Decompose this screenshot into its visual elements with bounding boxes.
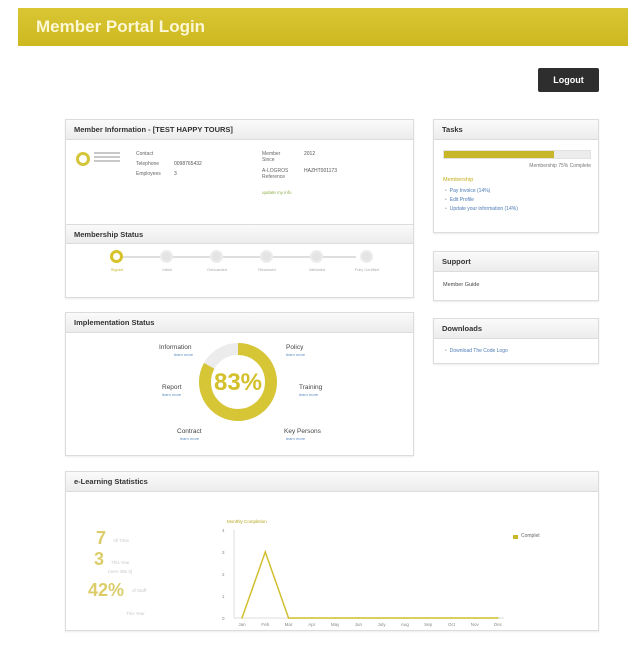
- task-pay-invoice-link[interactable]: Pay Invoice (14%): [445, 188, 491, 194]
- telephone-label: Telephone: [136, 161, 160, 167]
- data-point: [427, 617, 429, 619]
- information-label: Information: [159, 344, 192, 351]
- data-point: [264, 551, 267, 553]
- monthly-completion-chart: 0 1 2 3 4 Jan Feb Mar Apr May Jun July Aug Sep Oct Nov D…: [222, 528, 504, 627]
- membership-step-5: [310, 250, 323, 263]
- y-tick-label: 1: [222, 594, 225, 599]
- membership-step-label: Fully Certified: [354, 267, 380, 272]
- data-point: [404, 617, 406, 619]
- implementation-panel: Implementation Status 83% Information le…: [65, 312, 414, 456]
- membership-step-label: Reviewed: [258, 267, 276, 272]
- implementation-donut: 83%: [197, 341, 279, 423]
- data-point: [380, 617, 383, 619]
- membership-step-label: Validated: [308, 267, 326, 272]
- member-logo-icon: [76, 152, 90, 166]
- policy-learn-more-link[interactable]: learn more: [286, 352, 305, 357]
- x-tick-label: July: [378, 622, 387, 627]
- membership-step-4: [260, 250, 273, 263]
- key-persons-learn-more-link[interactable]: learn more: [286, 436, 305, 441]
- x-tick-label: Oct: [448, 622, 456, 627]
- x-tick-label: Jan: [238, 622, 246, 627]
- membership-step-label: Initial: [162, 267, 172, 272]
- reference-value: HAZHT001173: [304, 168, 337, 174]
- member-info-panel: Member Information - [TEST HAPPY TOURS] …: [65, 119, 414, 298]
- report-label: Report: [162, 384, 182, 391]
- information-learn-more-link[interactable]: learn more: [174, 352, 193, 357]
- data-point: [287, 617, 290, 619]
- support-title: Support: [434, 252, 598, 272]
- data-point: [497, 617, 499, 619]
- training-learn-more-link[interactable]: learn more: [299, 392, 318, 397]
- data-point: [241, 617, 243, 619]
- task-update-info-link[interactable]: Update your information (14%): [445, 206, 518, 212]
- reference-label: A-LOGROS Reference: [262, 168, 289, 180]
- employees-label: Employees: [136, 171, 161, 177]
- support-panel: Support Member Guide: [433, 251, 599, 301]
- logout-button[interactable]: Logout: [538, 68, 599, 92]
- membership-step-label: Onboarded: [206, 267, 227, 272]
- elearning-panel: e-Learning Statistics 7 All Time 3 This …: [65, 471, 599, 631]
- membership-section-label: Membership: [443, 177, 474, 183]
- implementation-percent: 83%: [213, 369, 263, 396]
- update-info-link[interactable]: update my info: [262, 190, 292, 195]
- tasks-title: Tasks: [434, 120, 598, 140]
- x-tick-label: May: [331, 622, 340, 627]
- y-tick-label: 2: [222, 572, 225, 577]
- tasks-panel: Tasks Membership 75% Complete Membership…: [433, 119, 599, 233]
- member-guide-link[interactable]: Member Guide: [443, 282, 479, 288]
- x-tick-label: Mar: [285, 622, 293, 627]
- key-persons-label: Key Persons: [284, 428, 321, 435]
- membership-status-title: Membership Status: [66, 224, 413, 244]
- y-tick-label: 0: [222, 616, 225, 621]
- x-tick-label: Sep: [424, 622, 433, 627]
- download-logo-link[interactable]: Download The Code Logo: [445, 348, 508, 354]
- series-line-complet: [241, 549, 498, 619]
- membership-steps: Signed Initial Onboarded Reviewed Validated F…: [66, 245, 413, 297]
- y-tick-label: 4: [222, 528, 225, 533]
- x-tick-label: Nov: [471, 622, 480, 627]
- x-tick-label: Dec: [494, 622, 503, 627]
- task-edit-profile-link[interactable]: Edit Profile: [445, 197, 474, 203]
- progress-caption: Membership 75% Complete: [529, 163, 591, 169]
- membership-step-3: [210, 250, 223, 263]
- membership-step-1: [110, 250, 123, 263]
- contact-label: Contact: [136, 151, 154, 157]
- member-logo-text: [94, 152, 120, 166]
- member-since-value: 2012: [304, 151, 316, 157]
- page-title: Member Portal Login: [36, 17, 206, 36]
- implementation-title: Implementation Status: [66, 313, 413, 333]
- membership-step-2: [160, 250, 173, 263]
- report-learn-more-link[interactable]: learn more: [162, 392, 181, 397]
- data-point: [473, 617, 476, 619]
- member-info-title: Member Information - [TEST HAPPY TOURS]: [66, 120, 413, 140]
- page-header: Member Portal Login: [18, 8, 628, 46]
- x-tick-label: Feb: [261, 622, 269, 627]
- x-tick-label: Jun: [355, 622, 363, 627]
- x-tick-label: Aug: [401, 622, 410, 627]
- downloads-title: Downloads: [434, 319, 598, 339]
- data-point: [334, 617, 336, 619]
- training-label: Training: [299, 384, 323, 391]
- contract-learn-more-link[interactable]: learn more: [180, 436, 199, 441]
- membership-step-label: Signed: [110, 267, 124, 272]
- data-point: [450, 617, 453, 619]
- contract-label: Contract: [177, 428, 202, 435]
- downloads-panel: Downloads Download The Code Logo: [433, 318, 599, 364]
- member-since-label: Member Since: [262, 151, 281, 163]
- membership-step-6: [360, 250, 373, 263]
- employees-value: 3: [174, 171, 177, 177]
- x-tick-label: Apr: [308, 622, 316, 627]
- data-point: [311, 617, 313, 619]
- progress-fill: [444, 151, 554, 158]
- y-tick-label: 3: [222, 550, 225, 555]
- telephone-value: 0098765432: [174, 161, 202, 167]
- data-point: [357, 617, 360, 619]
- membership-progress-bar: [443, 150, 591, 159]
- policy-label: Policy: [286, 344, 304, 351]
